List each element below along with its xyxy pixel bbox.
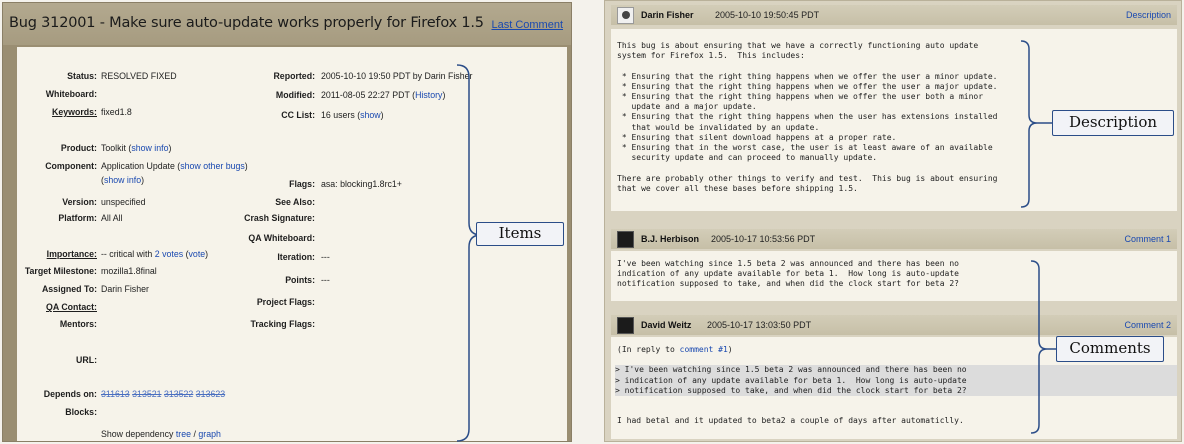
field-label: Whiteboard: [45, 89, 97, 99]
reply-comment-link[interactable]: comment #1 [680, 345, 728, 354]
depends-on-list: 311613 313521 313522 313623 [101, 389, 225, 399]
dependency-link[interactable]: 313522 [164, 389, 193, 399]
show-cc-link[interactable]: show [360, 110, 381, 120]
bug-header: Bug 312001 - Make sure auto-update works… [3, 3, 571, 45]
field-label: Project Flags: [256, 297, 315, 307]
field-label: Points: [285, 275, 315, 285]
show-info-link[interactable]: show info [104, 175, 141, 185]
dependency-graph-link[interactable]: graph [198, 429, 221, 439]
keywords-value: fixed1.8 [101, 107, 132, 117]
description-link[interactable]: Description [1126, 10, 1171, 20]
dependency-tree-link[interactable]: tree [176, 429, 191, 439]
field-label: URL: [75, 355, 97, 365]
version-value: unspecified [101, 197, 146, 207]
dependency-link[interactable]: 311613 [101, 389, 130, 399]
field-label: Tracking Flags: [250, 319, 315, 329]
comment-author: B.J. Herbison [641, 234, 700, 244]
field-label: Flags: [289, 179, 315, 189]
field-label: Status: [67, 71, 97, 81]
modified-value: 2011-08-05 22:27 PDT (History) [321, 90, 446, 100]
comment-2-link[interactable]: Comment 2 [1124, 320, 1171, 330]
items-callout: Items [476, 222, 564, 246]
field-label: Reported: [273, 71, 315, 81]
votes-link[interactable]: 2 votes [155, 249, 183, 259]
field-label: Product: [60, 143, 97, 153]
platform-value: All All [101, 213, 123, 223]
comment-header: David Weitz 2005-10-17 13:03:50 PDT Comm… [611, 315, 1177, 335]
field-label: Platform: [58, 213, 97, 223]
comment-1-body: I've been watching since 1.5 beta 2 was … [611, 251, 1177, 301]
field-label: Mentors: [59, 319, 97, 329]
cc-list-value: 16 users (show) [321, 110, 384, 120]
comments-callout: Comments [1056, 336, 1164, 362]
vote-link[interactable]: vote [189, 249, 206, 259]
comments-panel: Darin Fisher 2005-10-10 19:50:45 PDT Des… [604, 0, 1182, 442]
field-label: Assigned To: [41, 284, 97, 294]
comment-author: David Weitz [641, 320, 692, 330]
show-other-bugs-link[interactable]: show other bugs [180, 161, 245, 171]
items-bracket [456, 64, 495, 442]
component-value-cont: (show info) [101, 175, 145, 185]
field-label: QA Whiteboard: [248, 233, 315, 243]
product-value: Toolkit (show info) [101, 143, 172, 153]
avatar [617, 317, 634, 334]
field-label: Iteration: [277, 252, 315, 262]
reported-value: 2005-10-10 19:50 PDT by Darin Fisher [321, 71, 473, 81]
importance-value: -- critical with 2 votes (vote) [101, 249, 209, 259]
component-value: Application Update (show other bugs) [101, 161, 248, 171]
field-label: Component: [45, 161, 97, 171]
description-callout: Description [1052, 110, 1174, 136]
flags-value: asa: blocking1.8rc1+ [321, 179, 402, 189]
avatar [617, 231, 634, 248]
bug-title: Bug 312001 - Make sure auto-update works… [9, 15, 484, 31]
status-value: RESOLVED FIXED [101, 71, 177, 81]
field-label: CC List: [281, 110, 315, 120]
dependency-links: Show dependency tree / graph [101, 429, 221, 439]
assigned-to-value: Darin Fisher [101, 284, 149, 294]
field-label: Target Milestone: [24, 266, 97, 276]
show-info-link[interactable]: show info [131, 143, 168, 153]
iteration-value: --- [321, 252, 330, 262]
field-label: See Also: [275, 197, 315, 207]
comment-header: Darin Fisher 2005-10-10 19:50:45 PDT Des… [611, 5, 1177, 25]
comment-author: Darin Fisher [641, 10, 694, 20]
avatar [617, 7, 634, 24]
field-label[interactable]: Keywords: [52, 107, 97, 117]
quoted-text: > I've been watching since 1.5 beta 2 wa… [615, 365, 1177, 397]
comment-time: 2005-10-10 19:50:45 PDT [715, 10, 820, 20]
field-label[interactable]: Importance: [47, 249, 97, 259]
field-label: Depends on: [43, 389, 97, 399]
comment-time: 2005-10-17 13:03:50 PDT [707, 320, 812, 330]
field-label[interactable]: QA Contact: [46, 302, 97, 312]
field-label: Blocks: [65, 407, 97, 417]
last-comment-link[interactable]: Last Comment [491, 19, 563, 31]
comment-1-link[interactable]: Comment 1 [1124, 234, 1171, 244]
dependency-link[interactable]: 313623 [196, 389, 225, 399]
comment-time: 2005-10-17 10:53:56 PDT [711, 234, 816, 244]
comments-bracket [1030, 260, 1057, 434]
target-milestone-value: mozilla1.8final [101, 266, 157, 276]
reply-prefix: (In reply to [617, 345, 680, 354]
comment-header: B.J. Herbison 2005-10-17 10:53:56 PDT Co… [611, 229, 1177, 249]
history-link[interactable]: History [415, 90, 442, 100]
field-label: Crash Signature: [244, 213, 315, 223]
description-bracket [1020, 40, 1053, 208]
field-label: Version: [62, 197, 97, 207]
points-value: --- [321, 275, 330, 285]
field-label: Modified: [275, 90, 315, 100]
dependency-link[interactable]: 313521 [132, 389, 161, 399]
